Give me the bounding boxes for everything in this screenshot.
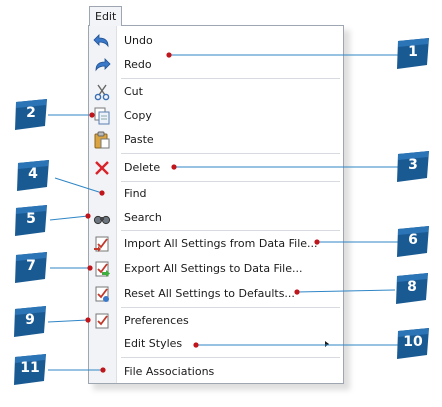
- callout-dot: [87, 265, 93, 271]
- leader-line-8: [296, 289, 396, 293]
- callout-dot: [89, 112, 95, 118]
- callout-badge-10: 10: [396, 328, 430, 359]
- callout-dot: [171, 164, 177, 170]
- callout-badge-4: 4: [16, 160, 50, 191]
- callout-dot: [314, 239, 320, 245]
- callout-badge-1: 1: [396, 38, 430, 69]
- callout-dot: [99, 190, 105, 196]
- callout-badge-8: 8: [395, 273, 429, 304]
- callout-badge-9: 9: [13, 306, 47, 337]
- callout-badge-6: 6: [396, 226, 430, 257]
- callout-dot: [85, 317, 91, 323]
- callout-dot: [100, 367, 106, 373]
- callout-badge-11: 11: [13, 354, 47, 385]
- callout-badge-3: 3: [396, 151, 430, 182]
- callout-badge-5: 5: [14, 205, 48, 236]
- leader-line-9: [47, 319, 89, 323]
- callout-dot: [85, 213, 91, 219]
- callout-badge-2: 2: [14, 99, 48, 130]
- callout-leader-lines: [47, 52, 398, 373]
- callout-badge-7: 7: [14, 252, 48, 283]
- callout-dot: [294, 289, 300, 295]
- leader-line-5: [49, 215, 89, 221]
- callout-dot: [193, 342, 199, 348]
- leader-line-4: [54, 177, 103, 194]
- callout-dot: [166, 52, 172, 58]
